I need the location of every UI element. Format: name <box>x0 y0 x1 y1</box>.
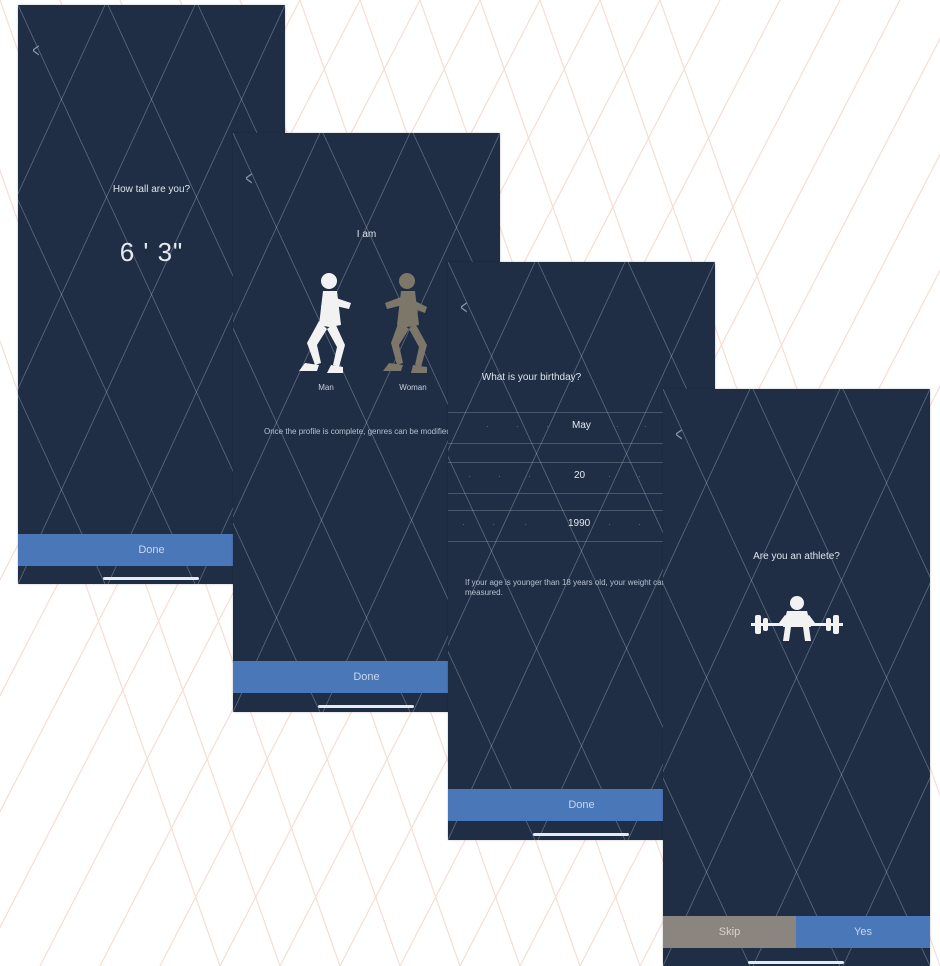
home-indicator <box>748 961 844 964</box>
birthday-note: If your age is younger than 18 years old… <box>465 578 678 597</box>
picker-cell: · <box>486 422 489 431</box>
picker-cell: · <box>638 472 641 481</box>
chevron-left-icon[interactable]: < <box>460 298 467 318</box>
picker-cell: · <box>524 520 527 529</box>
picker-cell: · <box>516 422 519 431</box>
man-label[interactable]: Man <box>311 383 341 392</box>
athlete-screen: < Are you an athlete? Skip Yes <box>663 389 930 966</box>
chevron-left-icon[interactable]: < <box>32 41 39 61</box>
birthday-prompt: What is your birthday? <box>481 372 582 383</box>
year-selected[interactable]: 1990 <box>568 518 590 529</box>
skip-button[interactable]: Skip <box>663 916 796 948</box>
picker-cell: · <box>528 472 531 481</box>
chevron-left-icon[interactable]: < <box>245 169 252 189</box>
home-indicator <box>318 705 414 708</box>
gender-prompt: I am <box>356 229 377 240</box>
picker-cell: · <box>616 422 619 431</box>
yes-button[interactable]: Yes <box>796 916 930 948</box>
weightlifter-icon <box>751 596 843 641</box>
picker-cell: · <box>608 520 611 529</box>
screen-pattern <box>663 389 930 966</box>
home-indicator <box>533 833 629 836</box>
athlete-prompt: Are you an athlete? <box>753 551 840 562</box>
picker-cell: · <box>498 472 501 481</box>
picker-cell: · <box>546 422 549 431</box>
home-indicator <box>103 577 199 580</box>
chevron-left-icon[interactable]: < <box>675 425 682 445</box>
day-selected[interactable]: 20 <box>574 470 585 481</box>
picker-cell: · <box>492 520 495 529</box>
picker-cell: · <box>638 520 641 529</box>
month-selected[interactable]: May <box>572 420 591 431</box>
man-figure-icon[interactable] <box>295 269 355 389</box>
picker-cell: · <box>608 472 611 481</box>
picker-cell: · <box>468 472 471 481</box>
woman-figure-icon[interactable] <box>381 269 441 389</box>
picker-cell: · <box>462 520 465 529</box>
woman-label[interactable]: Woman <box>393 383 433 392</box>
picker-cell: · <box>644 422 647 431</box>
